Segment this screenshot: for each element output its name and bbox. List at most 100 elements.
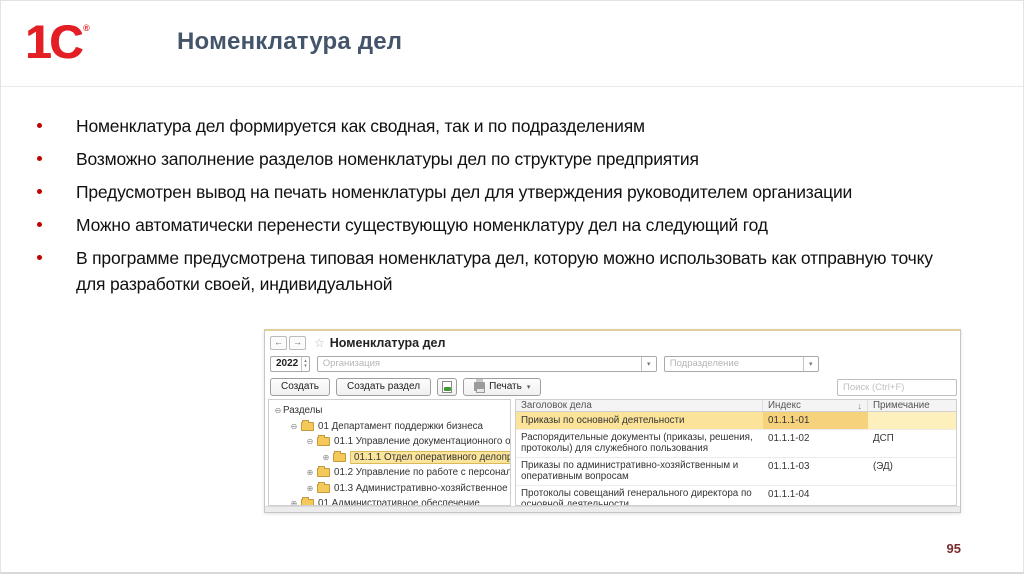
table-row[interactable]: Протоколы совещаний генерального директо…	[516, 486, 956, 506]
cell-note	[868, 412, 956, 429]
window-title: Номенклатура дел	[329, 335, 446, 350]
dropdown-icon[interactable]: ▾	[640, 356, 656, 371]
bullet-dot-icon	[37, 222, 42, 227]
window-nav-bar: ← → ☆ Номенклатура дел	[265, 331, 960, 353]
folder-icon	[317, 481, 330, 493]
command-bar: Создать Создать раздел Печать ▾	[265, 375, 960, 399]
print-button[interactable]: Печать ▾	[463, 377, 542, 396]
printer-icon	[474, 379, 486, 393]
tree-item[interactable]: ⊕ 01.3 Административно-хозяйственное упр…	[271, 481, 510, 497]
tree-item-label: 01.2 Управление по работе с персоналом	[334, 467, 511, 479]
tree-item[interactable]: ⊕ 01 Административное обеспечение	[271, 496, 508, 506]
tree-item-label: 01.3 Административно-хозяйственное управ…	[334, 482, 510, 494]
expander-icon[interactable]: ⊕	[321, 453, 331, 462]
column-header-index-label: Индекс	[768, 400, 801, 411]
bullet-text: Номенклатура дел формируется как сводная…	[76, 116, 645, 136]
cell-note: ДСП	[873, 432, 894, 444]
tree-item[interactable]: ⊖ 01.1 Управление документационного обес…	[271, 434, 511, 450]
bullet-list: Номенклатура дел формируется как сводная…	[37, 113, 957, 304]
favorite-star-icon[interactable]: ☆	[314, 336, 325, 350]
cell-title: Протоколы совещаний генерального директо…	[521, 487, 752, 506]
search-input[interactable]	[837, 379, 957, 396]
create-section-button[interactable]: Создать раздел	[336, 377, 432, 396]
logo-1c-text: 1С	[25, 15, 83, 68]
expander-icon[interactable]: ⊕	[289, 499, 299, 505]
app-window-screenshot: ← → ☆ Номенклатура дел 2022 ▴ ▾ Организа…	[264, 329, 961, 513]
folder-icon	[317, 466, 330, 478]
tree-item[interactable]: ⊖ 01 Департамент поддержки бизнеса	[271, 419, 508, 435]
tree-item-root[interactable]: ⊖ Разделы	[271, 403, 508, 419]
table-header: Заголовок дела Индекс ↓ Примечание	[516, 400, 956, 412]
year-value: 2022	[276, 358, 299, 369]
dropdown-caret-icon: ▾	[526, 383, 531, 391]
column-header-title[interactable]: Заголовок дела	[516, 400, 763, 411]
window-bottom-strip	[265, 506, 960, 512]
filter-bar: 2022 ▴ ▾ Организация ▾ Подразделение ▾	[265, 353, 960, 375]
department-combo[interactable]: Подразделение ▾	[663, 355, 819, 372]
bullet-item: В программе предусмотрена типовая номенк…	[37, 245, 957, 297]
bullet-item: Можно автоматически перенести существующ…	[37, 212, 957, 238]
cell-index: 01.1.1-04	[768, 488, 810, 500]
folder-icon	[333, 450, 346, 462]
tree-item-selected[interactable]: ⊕ 01.1.1 Отдел оперативного делопроизвод…	[271, 450, 510, 466]
bullet-dot-icon	[37, 189, 42, 194]
logo-1c: 1С ®	[25, 11, 115, 79]
page-title: Номенклатура дел	[177, 28, 403, 55]
header-divider	[1, 86, 1024, 87]
cell-note: (ЭД)	[873, 460, 893, 472]
print-label: Печать	[489, 381, 522, 392]
cell-index: 01.1.1-03	[768, 460, 810, 472]
bullet-dot-icon	[37, 123, 42, 128]
cell-index: 01.1.1-01	[763, 412, 868, 429]
bullet-dot-icon	[37, 255, 42, 260]
cell-index: 01.1.1-02	[768, 432, 810, 444]
page-number: 95	[946, 541, 961, 556]
window-body: ⊖ Разделы ⊖ 01 Департамент поддержки биз…	[265, 399, 960, 506]
expander-icon[interactable]: ⊖	[289, 422, 299, 431]
folder-icon	[317, 435, 330, 447]
table-row[interactable]: Распорядительные документы (приказы, реш…	[516, 430, 956, 458]
dropdown-icon[interactable]: ▾	[802, 356, 818, 371]
spin-down-icon[interactable]: ▾	[304, 363, 307, 369]
table-row-selected[interactable]: Приказы по основной деятельности 01.1.1-…	[516, 412, 956, 430]
spinner-arrows[interactable]: ▴ ▾	[301, 356, 309, 371]
bullet-item: Возможно заполнение разделов номенклатур…	[37, 146, 957, 172]
transfer-document-button[interactable]	[437, 377, 458, 396]
cell-note	[868, 486, 956, 506]
organization-combo[interactable]: Организация ▾	[316, 355, 657, 372]
bullet-dot-icon	[37, 156, 42, 161]
column-header-note[interactable]: Примечание	[868, 400, 956, 411]
document-green-icon	[442, 380, 453, 393]
expander-icon[interactable]: ⊕	[305, 484, 315, 493]
back-button[interactable]: ←	[270, 335, 287, 350]
tree-item[interactable]: ⊕ 01.2 Управление по работе с персоналом	[271, 465, 511, 481]
sections-tree: ⊖ Разделы ⊖ 01 Департамент поддержки биз…	[268, 399, 511, 506]
expander-icon[interactable]: ⊕	[305, 468, 315, 477]
bullet-item: Предусмотрен вывод на печать номенклатур…	[37, 179, 957, 205]
table-row[interactable]: Приказы по административно-хозяйственным…	[516, 458, 956, 486]
tree-item-label: 01 Административное обеспечение	[318, 498, 480, 506]
cell-title: Приказы по административно-хозяйственным…	[521, 459, 739, 483]
tree-item-label: 01.1.1 Отдел оперативного делопроизводст…	[350, 450, 510, 464]
registered-mark: ®	[83, 23, 90, 33]
organization-placeholder: Организация	[322, 358, 381, 369]
expander-icon[interactable]: ⊖	[305, 437, 315, 446]
cell-title: Распорядительные документы (приказы, реш…	[521, 431, 753, 455]
create-button[interactable]: Создать	[270, 377, 331, 396]
bullet-text: Можно автоматически перенести существующ…	[76, 215, 768, 235]
bullet-item: Номенклатура дел формируется как сводная…	[37, 113, 957, 139]
cell-title: Приказы по основной деятельности	[516, 412, 763, 429]
bullet-text: Возможно заполнение разделов номенклатур…	[76, 149, 699, 169]
department-placeholder: Подразделение	[669, 358, 739, 369]
bullet-text: Предусмотрен вывод на печать номенклатур…	[76, 182, 853, 202]
expander-icon[interactable]: ⊖	[273, 406, 283, 415]
tree-item-label: Разделы	[283, 405, 323, 417]
column-header-index[interactable]: Индекс ↓	[763, 400, 868, 411]
tree-item-label: 01.1 Управление документационного обеспе…	[334, 436, 511, 448]
folder-icon	[301, 497, 314, 505]
tree-item-label: 01 Департамент поддержки бизнеса	[318, 420, 484, 432]
forward-button[interactable]: →	[289, 335, 306, 350]
folder-icon	[301, 419, 314, 431]
year-spinner[interactable]: 2022 ▴ ▾	[270, 355, 310, 372]
bullet-text: В программе предусмотрена типовая номенк…	[76, 248, 933, 294]
